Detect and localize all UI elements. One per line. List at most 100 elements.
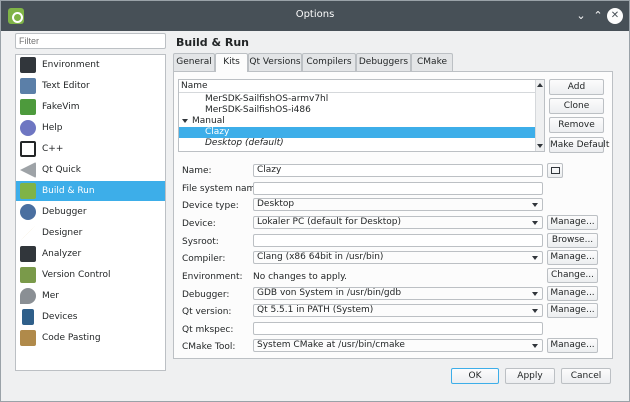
debugger-value: GDB von System in /usr/bin/gdb xyxy=(257,288,402,298)
version-control-icon xyxy=(20,267,36,283)
sidebar-item-code-pasting[interactable]: Code Pasting xyxy=(16,328,165,348)
tab-cmake[interactable]: CMake xyxy=(411,53,453,71)
sidebar-item-help[interactable]: Help xyxy=(16,118,165,138)
designer-icon xyxy=(20,225,36,241)
expand-arrow-icon[interactable] xyxy=(182,119,188,123)
name-label: Name: xyxy=(182,166,212,176)
sidebar-item-label: Devices xyxy=(42,312,78,322)
scroll-down-icon[interactable] xyxy=(537,144,543,148)
file-system-name-field[interactable] xyxy=(253,182,543,195)
qt-mkspec-label: Qt mkspec: xyxy=(182,325,234,335)
page-title: Build & Run xyxy=(176,36,250,49)
scroll-up-icon[interactable] xyxy=(537,83,543,87)
close-icon[interactable]: ✕ xyxy=(607,8,623,24)
sidebar-item-label: Debugger xyxy=(42,207,87,217)
sidebar-item-label: Code Pasting xyxy=(42,333,101,343)
window-title: Options xyxy=(295,9,335,20)
remove-kit-button[interactable]: Remove xyxy=(549,117,604,133)
chevron-down-icon xyxy=(532,344,538,348)
device-label: Device: xyxy=(182,219,216,229)
sidebar-item-analyzer[interactable]: Analyzer xyxy=(16,244,165,264)
sysroot-browse-button[interactable]: Browse... xyxy=(547,233,598,248)
maximize-icon[interactable]: ⌃ xyxy=(590,8,606,24)
debugger-icon xyxy=(20,204,36,220)
sidebar-item-fakevim[interactable]: FakeVim xyxy=(16,97,165,117)
qt-quick-icon xyxy=(20,162,36,178)
tree-item-mersdk-armv7hl[interactable]: MerSDK-SailfishOS-armv7hl xyxy=(179,94,536,105)
tree-item-mersdk-i486[interactable]: MerSDK-SailfishOS-i486 xyxy=(179,105,536,116)
apply-button[interactable]: Apply xyxy=(505,368,555,384)
sidebar-item-version-control[interactable]: Version Control xyxy=(16,265,165,285)
sysroot-label: Sysroot: xyxy=(182,237,219,247)
tab-compilers[interactable]: Compilers xyxy=(302,53,356,71)
title-bar[interactable]: Options ⌄ ⌃ ✕ xyxy=(1,1,629,31)
tab-qt-versions[interactable]: Qt Versions xyxy=(248,53,302,71)
debugger-manage-button[interactable]: Manage... xyxy=(547,286,598,301)
qt-version-label: Qt version: xyxy=(182,307,232,317)
tree-item-label: Manual xyxy=(192,116,225,126)
sidebar-item-debugger[interactable]: Debugger xyxy=(16,202,165,222)
tree-header-name: Name xyxy=(179,80,536,93)
tab-kits[interactable]: Kits xyxy=(215,53,248,72)
tree-scrollbar[interactable] xyxy=(535,80,544,151)
compiler-manage-button[interactable]: Manage... xyxy=(547,250,598,265)
sidebar-item-devices[interactable]: Devices xyxy=(16,307,165,327)
clone-kit-button[interactable]: Clone xyxy=(549,98,604,114)
compiler-value: Clang (x86 64bit in /usr/bin) xyxy=(257,252,384,262)
sidebar-item-label: Analyzer xyxy=(42,249,82,259)
environment-value: No changes to apply. xyxy=(253,272,348,282)
device-type-combo[interactable]: Desktop xyxy=(253,198,543,211)
device-icon-button[interactable] xyxy=(547,163,563,178)
qt-version-manage-button[interactable]: Manage... xyxy=(547,303,598,318)
kits-tree[interactable]: Name MerSDK-SailfishOS-armv7hl MerSDK-Sa… xyxy=(178,79,545,152)
sidebar-item-label: Mer xyxy=(42,291,60,301)
filter-input[interactable] xyxy=(15,33,166,49)
sidebar-item-label: Designer xyxy=(42,228,83,238)
device-manage-button[interactable]: Manage... xyxy=(547,215,598,230)
file-system-name-label: File system name: xyxy=(182,184,264,194)
cmake-tool-manage-button[interactable]: Manage... xyxy=(547,338,598,353)
devices-icon xyxy=(22,309,34,325)
qt-mkspec-field[interactable] xyxy=(253,322,543,335)
cmake-tool-value: System CMake at /usr/bin/cmake xyxy=(257,340,405,350)
ok-button[interactable]: OK xyxy=(451,368,499,384)
sidebar-item-build-run[interactable]: Build & Run xyxy=(16,181,165,201)
qt-version-combo[interactable]: Qt 5.5.1 in PATH (System) xyxy=(253,304,543,317)
text-editor-icon xyxy=(20,78,36,94)
cancel-button[interactable]: Cancel xyxy=(561,368,611,384)
sidebar-item-mer[interactable]: Mer xyxy=(16,286,165,306)
minimize-icon[interactable]: ⌄ xyxy=(573,8,589,24)
debugger-combo[interactable]: GDB von System in /usr/bin/gdb xyxy=(253,287,543,300)
tab-general[interactable]: General xyxy=(173,53,215,71)
tree-item-clazy[interactable]: Clazy xyxy=(179,127,536,138)
make-default-button[interactable]: Make Default xyxy=(549,137,609,153)
tab-debuggers[interactable]: Debuggers xyxy=(356,53,411,71)
chevron-down-icon xyxy=(532,203,538,207)
tree-item-desktop-default[interactable]: Desktop (default) xyxy=(179,138,536,149)
tree-item-manual[interactable]: Manual xyxy=(179,116,536,127)
environment-label: Environment: xyxy=(182,272,243,282)
device-combo[interactable]: Lokaler PC (default for Desktop) xyxy=(253,216,543,229)
sidebar-item-designer[interactable]: Designer xyxy=(16,223,165,243)
environment-change-button[interactable]: Change... xyxy=(547,268,598,283)
environment-icon xyxy=(20,57,36,73)
chevron-down-icon xyxy=(532,292,538,296)
debugger-label: Debugger: xyxy=(182,290,230,300)
monitor-icon xyxy=(550,167,560,174)
device-type-label: Device type: xyxy=(182,201,239,211)
sidebar-item-qt-quick[interactable]: Qt Quick xyxy=(16,160,165,180)
sysroot-field[interactable] xyxy=(253,234,543,247)
name-field[interactable]: Clazy xyxy=(253,164,543,177)
cmake-tool-label: CMake Tool: xyxy=(182,342,236,352)
chevron-down-icon xyxy=(532,256,538,260)
add-kit-button[interactable]: Add xyxy=(549,79,604,95)
cmake-tool-combo[interactable]: System CMake at /usr/bin/cmake xyxy=(253,339,543,352)
fakevim-icon xyxy=(20,99,36,115)
compiler-combo[interactable]: Clang (x86 64bit in /usr/bin) xyxy=(253,251,543,264)
sidebar-item-text-editor[interactable]: Text Editor xyxy=(16,76,165,96)
sidebar-item-cpp[interactable]: C++ xyxy=(16,139,165,159)
chevron-down-icon xyxy=(532,221,538,225)
analyzer-icon xyxy=(20,246,36,262)
sidebar-item-environment[interactable]: Environment xyxy=(16,55,165,75)
sidebar-item-label: C++ xyxy=(42,144,64,154)
